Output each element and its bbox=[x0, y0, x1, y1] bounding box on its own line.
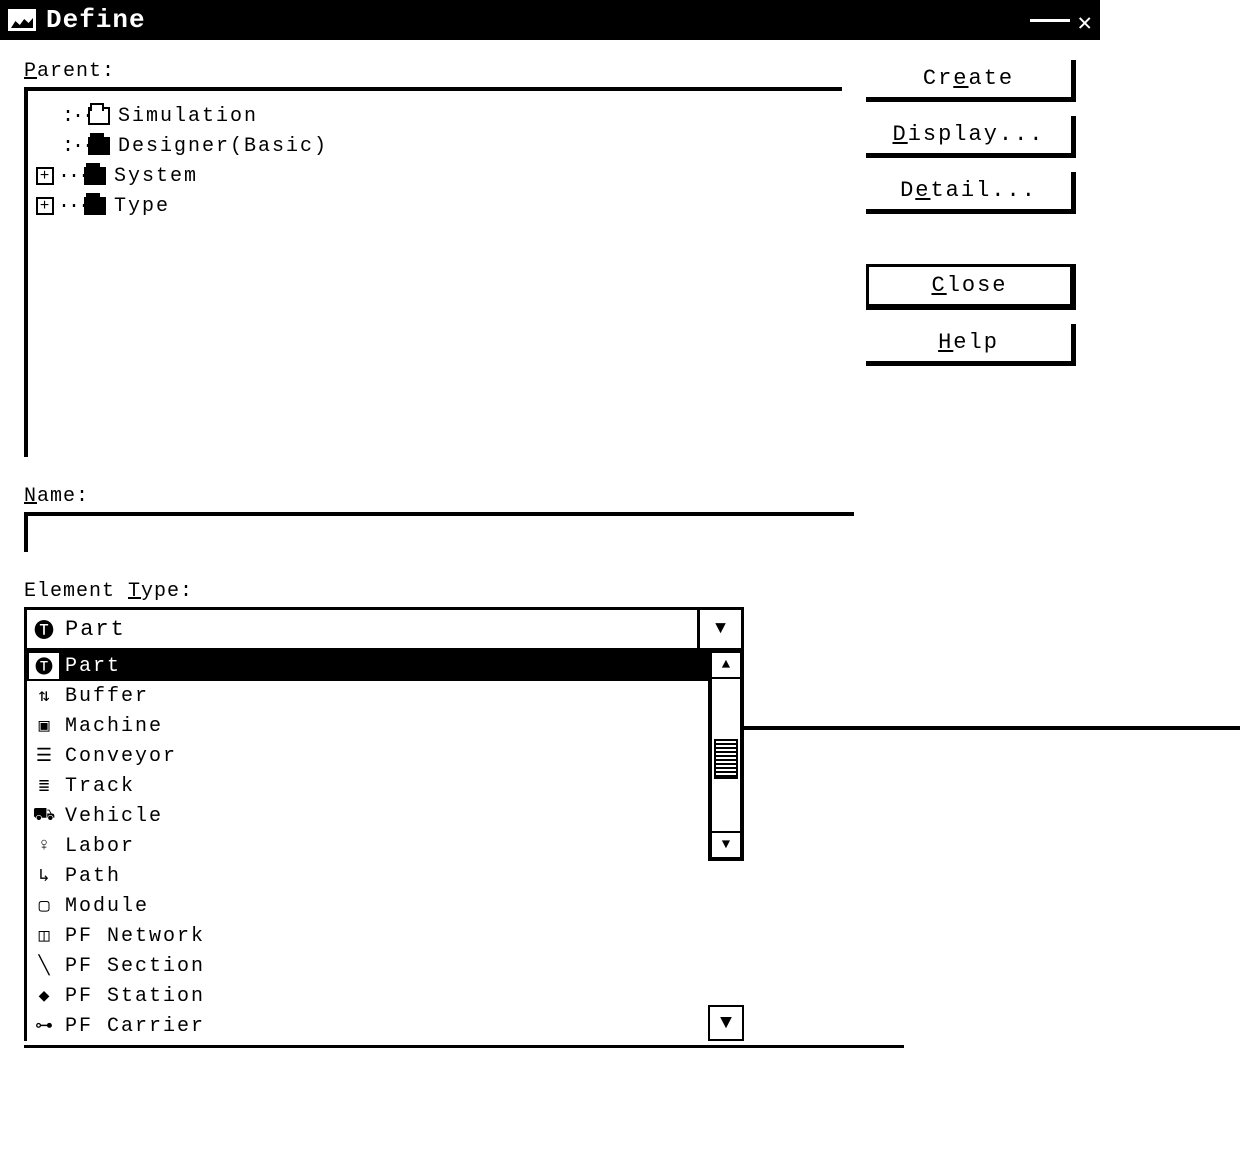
parent-tree[interactable]: :···Simulation:···Designer(Basic)+···Sys… bbox=[24, 87, 842, 457]
dropdown-item[interactable]: ╲PF Section bbox=[27, 951, 708, 981]
dropdown-item-label: Part bbox=[59, 655, 708, 678]
close-icon[interactable]: ✕ bbox=[1078, 8, 1092, 38]
window-title: Define bbox=[46, 5, 1030, 35]
dropdown-item-label: Path bbox=[59, 865, 708, 888]
scroll-down-icon-2[interactable]: ▼ bbox=[708, 1005, 744, 1041]
labor-icon: ♀ bbox=[29, 836, 59, 856]
pfsec-icon: ╲ bbox=[29, 955, 59, 977]
track-icon: ≣ bbox=[29, 775, 59, 797]
dropdown-item-label: PF Section bbox=[59, 955, 708, 978]
dropdown-item-label: Buffer bbox=[59, 685, 708, 708]
dropdown-item-label: Vehicle bbox=[59, 805, 708, 828]
dropdown-scrollbar[interactable]: ▲ ▼ bbox=[708, 651, 744, 861]
part-icon: 🅣 bbox=[29, 653, 59, 679]
element-type-selected: Part bbox=[61, 617, 697, 642]
path-icon: ↳ bbox=[29, 865, 59, 887]
separator bbox=[720, 726, 1240, 730]
title-bar: Define ✕ bbox=[0, 0, 1100, 40]
name-input[interactable] bbox=[24, 512, 854, 552]
client-area: Parent: :···Simulation:···Designer(Basic… bbox=[0, 40, 1100, 1048]
tree-item[interactable]: +···System bbox=[36, 161, 834, 191]
minimize-icon[interactable] bbox=[1030, 19, 1070, 22]
pfcar-icon: ⊶ bbox=[29, 1015, 59, 1037]
parent-label: Parent: bbox=[24, 60, 842, 83]
bottom-separator bbox=[24, 1045, 904, 1048]
dropdown-item-label: Conveyor bbox=[59, 745, 708, 768]
dropdown-item-label: PF Carrier bbox=[59, 1015, 708, 1038]
dropdown-item[interactable]: 🅣Part bbox=[27, 651, 708, 681]
window-controls bbox=[1030, 19, 1070, 22]
tree-item[interactable]: :···Simulation bbox=[36, 101, 834, 131]
app-icon bbox=[8, 9, 36, 31]
dropdown-item-label: Module bbox=[59, 895, 708, 918]
create-button[interactable]: Create bbox=[866, 60, 1076, 102]
dropdown-item[interactable]: ▣Machine bbox=[27, 711, 708, 741]
dropdown-item-label: Labor bbox=[59, 835, 708, 858]
tree-item-label: Type bbox=[114, 195, 170, 218]
dropdown-item[interactable]: ≣Track bbox=[27, 771, 708, 801]
dropdown-item-label: PF Station bbox=[59, 985, 708, 1008]
dropdown-item[interactable]: ◆PF Station bbox=[27, 981, 708, 1011]
tree-item-label: System bbox=[114, 165, 198, 188]
tree-expander-icon[interactable]: + bbox=[36, 197, 54, 215]
pfsta-icon: ◆ bbox=[29, 985, 59, 1007]
dropdown-item[interactable]: ♀Labor bbox=[27, 831, 708, 861]
dropdown-item-label: Machine bbox=[59, 715, 708, 738]
tree-item-label: Designer(Basic) bbox=[118, 135, 328, 158]
pfnet-icon: ◫ bbox=[29, 925, 59, 947]
dropdown-item-label: PF Network bbox=[59, 925, 708, 948]
folder-open-icon bbox=[88, 107, 110, 125]
dropdown-item[interactable]: ⛟Vehicle bbox=[27, 801, 708, 831]
name-label: Name: bbox=[24, 485, 1076, 508]
element-type-dropdown[interactable]: 🅣Part⇅Buffer▣Machine☰Conveyor≣Track⛟Vehi… bbox=[24, 651, 744, 1041]
display-button[interactable]: Display... bbox=[866, 116, 1076, 158]
dropdown-item-label: Track bbox=[59, 775, 708, 798]
tree-item[interactable]: :···Designer(Basic) bbox=[36, 131, 834, 161]
folder-closed-icon bbox=[84, 167, 106, 185]
machine-icon: ▣ bbox=[29, 715, 59, 737]
dropdown-item[interactable]: ▢Module bbox=[27, 891, 708, 921]
buffer-icon: ⇅ bbox=[29, 685, 59, 707]
scroll-up-icon[interactable]: ▲ bbox=[710, 651, 742, 679]
scroll-thumb[interactable] bbox=[714, 739, 738, 779]
scroll-down-icon[interactable]: ▼ bbox=[710, 831, 742, 859]
close-button[interactable]: Close bbox=[866, 264, 1076, 310]
button-column: Create Display... Detail... Close Help bbox=[866, 60, 1076, 366]
vehicle-icon: ⛟ bbox=[29, 805, 59, 828]
tree-item[interactable]: +···Type bbox=[36, 191, 834, 221]
conveyor-icon: ☰ bbox=[29, 745, 59, 767]
define-window: Define ✕ Parent: :···Simulation:···Desig… bbox=[0, 0, 1100, 1048]
module-icon: ▢ bbox=[29, 895, 59, 917]
detail-button[interactable]: Detail... bbox=[866, 172, 1076, 214]
dropdown-item[interactable]: ↳Path bbox=[27, 861, 708, 891]
tree-item-label: Simulation bbox=[118, 105, 258, 128]
folder-closed-icon bbox=[88, 137, 110, 155]
dropdown-item[interactable]: ⇅Buffer bbox=[27, 681, 708, 711]
help-button[interactable]: Help bbox=[866, 324, 1076, 366]
dropdown-item[interactable]: ⊶PF Carrier bbox=[27, 1011, 708, 1041]
part-icon: 🅣 bbox=[27, 614, 61, 644]
chevron-down-icon[interactable]: ▼ bbox=[697, 610, 741, 648]
element-type-combo[interactable]: 🅣 Part ▼ bbox=[24, 607, 744, 651]
dropdown-item[interactable]: ☰Conveyor bbox=[27, 741, 708, 771]
folder-closed-icon bbox=[84, 197, 106, 215]
tree-expander-icon[interactable]: + bbox=[36, 167, 54, 185]
element-type-label: Element Type: bbox=[24, 580, 1076, 603]
scroll-track[interactable] bbox=[710, 679, 742, 831]
dropdown-item[interactable]: ◫PF Network bbox=[27, 921, 708, 951]
